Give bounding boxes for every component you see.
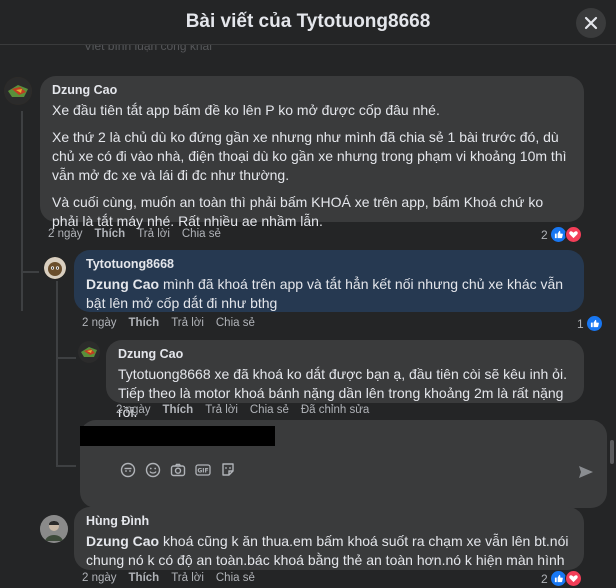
comment-actions: 2 ngày Thích Trả lời Chia sẻ — [82, 572, 255, 584]
comment-text: Xe đầu tiên tắt app bấm đề ko lên P ko m… — [52, 102, 440, 118]
dialog-title: Bài viết của Tytotuong8668 — [185, 11, 431, 32]
comments-scroll-area[interactable]: Viết bình luận công khai Dzung Cao Xe đầ… — [0, 45, 616, 588]
comment-time[interactable]: 2 ngày — [82, 317, 117, 329]
camera-icon[interactable] — [170, 462, 186, 478]
svg-text:GIF: GIF — [197, 468, 208, 475]
share-button[interactable]: Chia sẻ — [216, 572, 255, 584]
close-button[interactable] — [576, 8, 606, 38]
comment-text: Và cuối cùng, muốn an toàn thì phải bấm … — [52, 194, 544, 229]
gif-icon[interactable]: GIF — [195, 462, 211, 478]
comment-text: Dzung Cao mình đã khoá trên app và tắt h… — [86, 275, 572, 313]
mention-link[interactable]: Dzung Cao — [86, 533, 159, 549]
top-fade-text: Viết bình luận công khai — [84, 45, 212, 53]
reply-button[interactable]: Trả lời — [171, 317, 204, 329]
redacted-text-area[interactable] — [80, 426, 275, 446]
thread-connector — [56, 357, 76, 359]
reply-button[interactable]: Trả lời — [137, 228, 170, 240]
reaction-count: 2 — [541, 571, 548, 586]
comment-author[interactable]: Dzung Cao — [118, 346, 572, 362]
reaction-count: 2 — [541, 227, 548, 242]
avatar[interactable] — [44, 257, 66, 279]
edited-label[interactable]: Đã chỉnh sửa — [301, 404, 369, 416]
smile-sticker-icon[interactable] — [120, 462, 136, 478]
comment-actions: 2 ngày Thích Trả lời Chia sẻ — [48, 228, 221, 240]
share-button[interactable]: Chia sẻ — [182, 228, 221, 240]
avatar[interactable] — [40, 515, 68, 543]
avatar[interactable] — [78, 341, 100, 363]
comment-text: Dzung Cao khoá cũng k ăn thua.em bấm kho… — [86, 532, 572, 570]
thread-connector — [21, 271, 39, 273]
reaction-summary[interactable]: 1 — [577, 315, 603, 332]
send-icon[interactable] — [578, 464, 594, 480]
comment-actions: 2 ngày Thích Trả lời Chia sẻ — [82, 317, 255, 329]
comment-bubble: Dzung Cao Xe đầu tiên tắt app bấm đề ko … — [40, 76, 584, 229]
reaction-summary[interactable]: 2 — [541, 570, 582, 587]
scrollbar-thumb[interactable] — [610, 440, 614, 464]
comment-author[interactable]: Dzung Cao — [52, 82, 572, 98]
like-button[interactable]: Thích — [163, 404, 194, 416]
sticker-icon[interactable] — [220, 462, 236, 478]
comment-time[interactable]: 2 ngày — [82, 572, 117, 584]
like-button[interactable]: Thích — [129, 572, 160, 584]
reaction-count: 1 — [577, 316, 584, 331]
emoji-icon[interactable] — [145, 462, 161, 478]
reply-composer[interactable]: GIF — [80, 420, 607, 508]
comment-author[interactable]: Tytotuong8668 — [86, 256, 572, 272]
love-reaction-icon — [564, 570, 582, 587]
reaction-summary[interactable]: 2 — [541, 226, 582, 243]
like-button[interactable]: Thích — [129, 317, 160, 329]
comment-time[interactable]: 2 ngày — [116, 404, 151, 416]
mention-link[interactable]: Dzung Cao — [86, 276, 159, 292]
thread-line — [56, 281, 58, 466]
comment-author[interactable]: Hùng Đình — [86, 513, 572, 529]
share-button[interactable]: Chia sẻ — [250, 404, 289, 416]
love-reaction-icon — [564, 226, 582, 243]
reply-button[interactable]: Trả lời — [205, 404, 238, 416]
dialog-header: Bài viết của Tytotuong8668 — [0, 0, 616, 45]
top-comment-box-remnant: Viết bình luận công khai — [48, 45, 278, 53]
comment-bubble: Dzung Cao Tytotuong8668 xe đã khoá ko dắ… — [106, 340, 584, 420]
comment-time[interactable]: 2 ngày — [48, 228, 83, 240]
avatar[interactable] — [4, 77, 32, 105]
close-icon — [584, 16, 598, 30]
like-reaction-icon — [585, 315, 603, 332]
comment-bubble: Hùng Đình Dzung Cao khoá cũng k ăn thua.… — [74, 507, 584, 570]
thread-connector — [56, 465, 76, 467]
like-button[interactable]: Thích — [95, 228, 126, 240]
thread-line — [21, 111, 23, 311]
reply-button[interactable]: Trả lời — [171, 572, 204, 584]
comment-bubble: Tytotuong8668 Dzung Cao mình đã khoá trê… — [74, 250, 584, 312]
share-button[interactable]: Chia sẻ — [216, 317, 255, 329]
comment-text: Xe thứ 2 là chủ dù ko đứng gần xe nhưng … — [52, 129, 567, 183]
comment-body: khoá cũng k ăn thua.em bấm khoá suốt ra … — [86, 533, 569, 568]
comment-actions: 2 ngày Thích Trả lời Chia sẻ Đã chỉnh sử… — [116, 404, 369, 416]
